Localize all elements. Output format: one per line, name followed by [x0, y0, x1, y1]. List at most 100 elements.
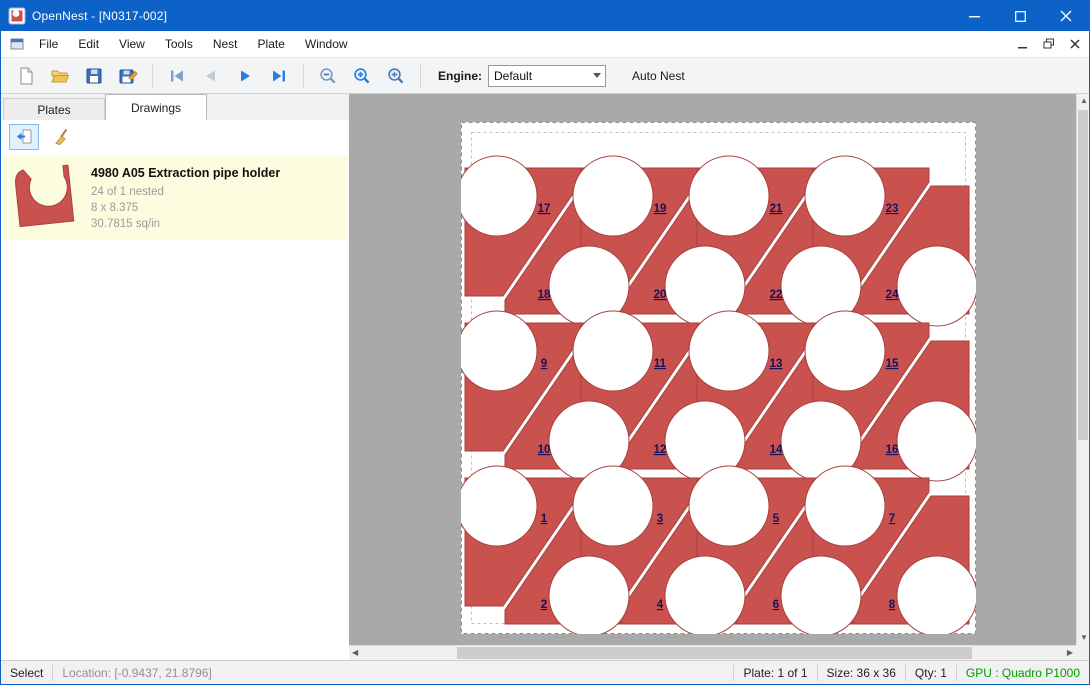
part-number[interactable]: 21: [770, 203, 783, 215]
tab-plates[interactable]: Plates: [3, 98, 105, 120]
part-notch: [805, 466, 885, 546]
auto-nest-button[interactable]: Auto Nest: [624, 64, 693, 88]
part-notch: [689, 156, 769, 236]
drawing-area: 30.7815 sq/in: [91, 216, 280, 232]
part-notch: [689, 311, 769, 391]
document-window-icon: [9, 36, 25, 52]
first-plate-button[interactable]: [160, 61, 194, 91]
scroll-left-icon[interactable]: ◀: [352, 649, 358, 657]
status-qty: Qty: 1: [906, 666, 956, 680]
part-notch: [805, 156, 885, 236]
toolbar-separator: [152, 64, 153, 88]
part-number[interactable]: 24: [886, 289, 899, 301]
status-plate: Plate: 1 of 1: [734, 666, 816, 680]
vertical-scrollbar[interactable]: ▲ ▼: [1076, 94, 1089, 645]
part-notch: [781, 556, 861, 634]
part-number[interactable]: 13: [770, 358, 783, 370]
part-number[interactable]: 12: [654, 444, 667, 456]
part-notch: [461, 466, 537, 546]
new-button[interactable]: [9, 61, 43, 91]
scroll-right-icon[interactable]: ▶: [1067, 649, 1073, 657]
menu-item-nest[interactable]: Nest: [203, 33, 248, 55]
part-number[interactable]: 16: [886, 444, 899, 456]
menu-item-plate[interactable]: Plate: [248, 33, 295, 55]
part-number[interactable]: 23: [886, 203, 899, 215]
close-button[interactable]: [1043, 1, 1089, 31]
open-button[interactable]: [43, 61, 77, 91]
scroll-down-icon[interactable]: ▼: [1080, 634, 1088, 642]
mdi-minimize-button[interactable]: [1011, 34, 1035, 54]
engine-select[interactable]: Default: [488, 65, 606, 87]
vertical-scroll-thumb[interactable]: [1078, 110, 1088, 440]
part-notch: [573, 466, 653, 546]
menu-bar: FileEditViewToolsNestPlateWindow: [1, 31, 1089, 57]
maximize-button[interactable]: [997, 1, 1043, 31]
part-number[interactable]: 20: [654, 289, 667, 301]
part-number[interactable]: 10: [538, 444, 551, 456]
status-size: Size: 36 x 36: [818, 666, 905, 680]
nest-canvas[interactable]: 171819202122232491011121314151612345678 …: [349, 94, 1089, 660]
drawing-nested-count: 24 of 1 nested: [91, 184, 280, 200]
close-icon: [1060, 10, 1072, 22]
part-notch: [573, 311, 653, 391]
panel-tabs: PlatesDrawings: [1, 94, 349, 120]
chevron-down-icon[interactable]: [589, 73, 605, 78]
menu-item-window[interactable]: Window: [295, 33, 358, 55]
drawing-list-item[interactable]: 4980 A05 Extraction pipe holder 24 of 1 …: [3, 156, 347, 240]
horizontal-scroll-thumb[interactable]: [457, 647, 972, 659]
last-plate-icon: [269, 66, 289, 86]
part-number[interactable]: 9: [541, 358, 547, 370]
part-number[interactable]: 5: [773, 513, 780, 525]
mdi-close-button[interactable]: [1063, 34, 1087, 54]
part-notch: [461, 156, 537, 236]
part-number[interactable]: 1: [541, 513, 548, 525]
part-number[interactable]: 4: [657, 599, 664, 611]
drawing-title: 4980 A05 Extraction pipe holder: [91, 166, 280, 180]
tab-drawings[interactable]: Drawings: [105, 94, 207, 120]
zoom-out-button[interactable]: [311, 61, 345, 91]
part-notch: [573, 156, 653, 236]
part-number[interactable]: 7: [889, 513, 895, 525]
menu-item-tools[interactable]: Tools: [155, 33, 203, 55]
nest-plate[interactable]: 171819202122232491011121314151612345678: [461, 122, 976, 634]
open-folder-icon: [50, 66, 70, 86]
part-number[interactable]: 11: [654, 358, 667, 370]
return-drawing-button[interactable]: [9, 124, 39, 150]
window-title: OpenNest - [N0317-002]: [32, 9, 167, 23]
menu-item-edit[interactable]: Edit: [68, 33, 109, 55]
part-number[interactable]: 19: [654, 203, 667, 215]
return-drawing-icon: [14, 127, 34, 147]
part-number[interactable]: 8: [889, 599, 896, 611]
mdi-restore-button[interactable]: [1037, 34, 1061, 54]
horizontal-scrollbar[interactable]: ◀ ▶: [349, 645, 1076, 660]
save-as-button[interactable]: [111, 61, 145, 91]
clear-broom-button[interactable]: [47, 124, 77, 150]
part-number[interactable]: 2: [541, 599, 547, 611]
part-number[interactable]: 14: [770, 444, 783, 456]
part-number[interactable]: 22: [770, 289, 783, 301]
status-bar: Select Location: [-0.9437, 21.8796] Plat…: [1, 660, 1089, 684]
part-number[interactable]: 17: [538, 203, 551, 215]
part-number[interactable]: 15: [886, 358, 899, 370]
app-icon: [8, 7, 26, 25]
previous-plate-icon: [201, 66, 221, 86]
part-number[interactable]: 18: [538, 289, 551, 301]
next-plate-button[interactable]: [228, 61, 262, 91]
scrollbar-corner: [1076, 645, 1089, 660]
last-plate-button[interactable]: [262, 61, 296, 91]
zoom-fit-icon: [386, 66, 406, 86]
new-document-icon: [16, 66, 36, 86]
scroll-up-icon[interactable]: ▲: [1080, 97, 1088, 105]
zoom-fit-button[interactable]: [379, 61, 413, 91]
minimize-button[interactable]: [951, 1, 997, 31]
menu-item-view[interactable]: View: [109, 33, 155, 55]
zoom-in-button[interactable]: [345, 61, 379, 91]
mdi-minimize-icon: [1017, 38, 1029, 50]
part-number[interactable]: 3: [657, 513, 663, 525]
previous-plate-button[interactable]: [194, 61, 228, 91]
save-floppy-icon: [84, 66, 104, 86]
save-button[interactable]: [77, 61, 111, 91]
part-number[interactable]: 6: [773, 599, 779, 611]
minimize-icon: [969, 11, 980, 22]
menu-item-file[interactable]: File: [29, 33, 68, 55]
